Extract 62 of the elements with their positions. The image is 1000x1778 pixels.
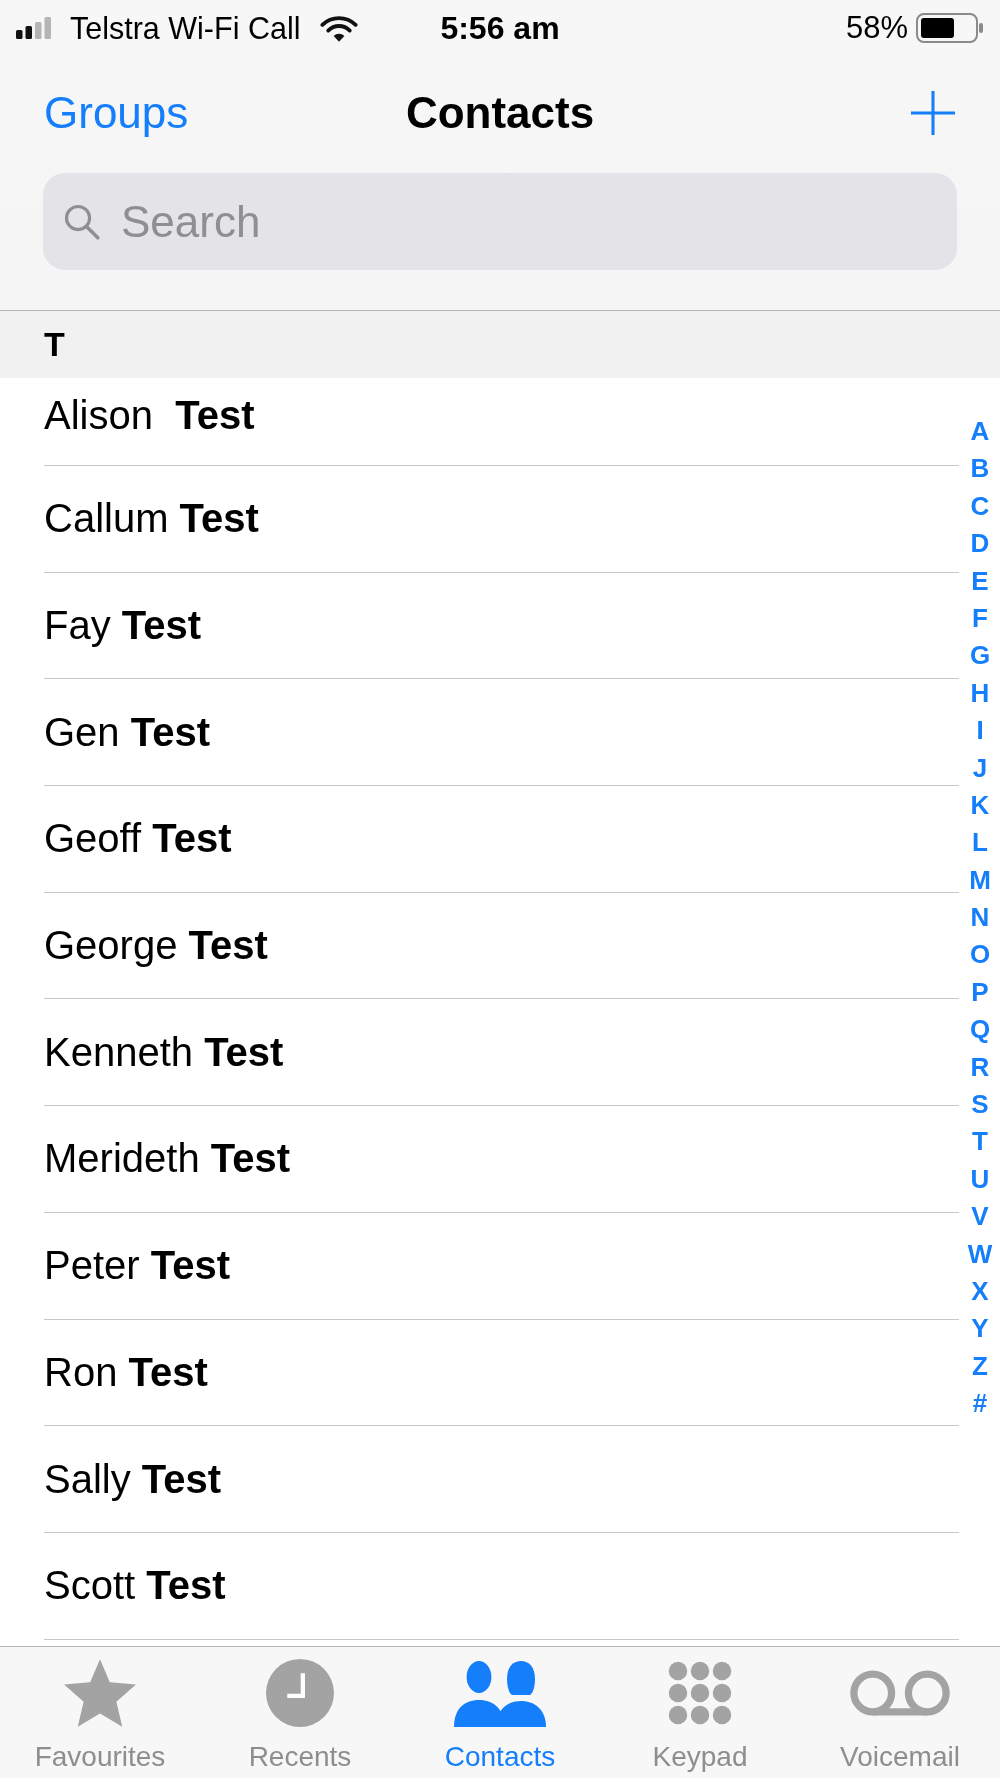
index-letter[interactable]: O (969, 936, 991, 974)
index-letter[interactable]: T (972, 1123, 988, 1161)
search-field[interactable]: Search (43, 173, 957, 270)
keypad-icon (667, 1660, 733, 1726)
index-letter[interactable]: L (972, 824, 988, 862)
contact-row[interactable]: Geoff Test (44, 786, 959, 893)
index-letter[interactable]: C (970, 487, 990, 526)
add-button[interactable] (910, 90, 956, 136)
index-letter[interactable]: # (972, 1385, 988, 1423)
star-icon (64, 1659, 136, 1727)
index-letter[interactable]: Q (969, 1011, 991, 1049)
index-letter[interactable]: N (970, 899, 990, 937)
index-letter[interactable]: S (971, 1086, 989, 1124)
clock-time: 5:56 am (440, 9, 560, 47)
index-letter[interactable]: K (970, 786, 990, 825)
search-icon (63, 203, 101, 241)
contact-row[interactable]: Peter Test (44, 1212, 959, 1320)
signal-icon (16, 17, 52, 39)
index-letter[interactable]: J (972, 749, 988, 787)
contact-row[interactable]: Merideth Test (44, 1106, 959, 1213)
index-letter[interactable]: D (970, 525, 990, 563)
index-letter[interactable]: X (971, 1273, 989, 1311)
groups-button[interactable]: Groups (44, 88, 189, 138)
index-letter[interactable]: R (970, 1048, 990, 1087)
tab-button[interactable]: Keypad (600, 1647, 800, 1778)
plus-icon (910, 90, 956, 136)
contact-row[interactable]: Alison Test (44, 378, 959, 466)
index-letter[interactable]: P (971, 973, 989, 1012)
clock-icon (266, 1659, 334, 1727)
tab-button[interactable]: Recents (200, 1647, 400, 1778)
section-header: T (0, 311, 1000, 378)
contact-row[interactable]: Fay Test (44, 572, 959, 680)
contact-row[interactable]: Ron Test (44, 1319, 959, 1427)
index-letter[interactable]: H (970, 674, 990, 713)
index-letter[interactable]: W (967, 1235, 993, 1273)
tab-button[interactable]: Favourites (0, 1647, 200, 1778)
contact-row[interactable]: Scott Test (44, 1532, 959, 1640)
index-letter[interactable]: B (970, 450, 990, 488)
battery-percentage: 58% (845, 10, 908, 46)
index-letter[interactable]: Z (972, 1347, 988, 1386)
index-letter[interactable]: V (971, 1198, 989, 1236)
contact-row[interactable]: Sally Test (44, 1426, 959, 1533)
tab-button[interactable]: Voicemail (800, 1647, 1000, 1778)
page-title: Contacts (405, 88, 595, 138)
contact-row[interactable]: Kenneth Test (44, 999, 959, 1107)
index-letter[interactable]: E (971, 562, 989, 600)
contact-row[interactable]: Callum Test (44, 466, 959, 573)
contact-row[interactable]: Gen Test (44, 679, 959, 787)
index-letter[interactable]: F (972, 599, 988, 638)
index-letter[interactable]: M (969, 861, 991, 900)
index-letter[interactable]: I (976, 712, 984, 750)
carrier-name: Telstra Wi-Fi Call (70, 10, 301, 46)
battery-icon (916, 13, 984, 43)
index-letter[interactable]: U (970, 1160, 990, 1199)
people-icon (454, 1659, 546, 1727)
index-letter[interactable]: G (969, 637, 991, 675)
tab-button[interactable]: Contacts (400, 1647, 600, 1778)
wifi-icon (320, 14, 359, 42)
index-letter[interactable]: Y (971, 1310, 989, 1348)
index-letter[interactable]: A (970, 413, 990, 451)
voicemail-icon (850, 1670, 950, 1716)
contact-row[interactable]: George Test (44, 892, 959, 1000)
